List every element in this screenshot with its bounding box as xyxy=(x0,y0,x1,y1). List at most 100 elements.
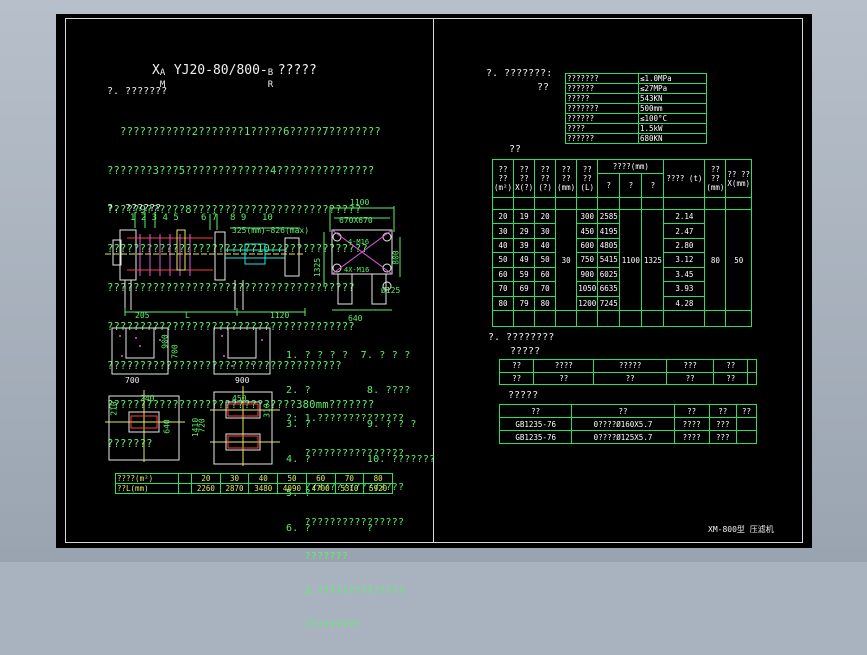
table-cell: 50 xyxy=(725,209,752,311)
table-cell: 2585 xyxy=(597,208,621,225)
table-cell: ????? xyxy=(565,93,639,104)
note-line: ??????? xyxy=(286,551,349,562)
cad-viewport[interactable]: X A M YJ20-80/800- B R????? ?. ??????? ??????… xyxy=(0,0,867,631)
section-heading-motor: ?. ???????? xyxy=(488,332,555,343)
table-cell: GB1235-76 xyxy=(498,430,573,444)
spec-table: ?? ?? (m²) ?? ?? X(?) ?? ?? (?) ?? ?? (m… xyxy=(491,159,752,327)
table-cell xyxy=(747,371,757,385)
table-row: ????? 543KN xyxy=(565,93,707,104)
table-header: ?? ?? (L) xyxy=(576,159,599,198)
table-cell: 0????Ø125X5.7 xyxy=(571,430,675,444)
table-header: ????? xyxy=(593,359,668,373)
dim-670x670: 670X670 xyxy=(339,216,373,225)
table-cell: 2260 xyxy=(191,483,221,494)
table-cell: 20 xyxy=(534,208,557,225)
table-cell: ???? xyxy=(565,123,639,134)
table-cell: ?? xyxy=(498,371,535,385)
table-row: ?????? ≤100°C xyxy=(565,113,707,124)
table-header: ?? xyxy=(498,404,573,418)
table-cell: 60 xyxy=(534,266,557,283)
table-cell: 450 xyxy=(576,223,599,239)
table-cell: 70 xyxy=(534,281,557,297)
table-cell: 3480 xyxy=(248,483,279,494)
table-cell: ???? xyxy=(673,417,710,431)
table-header: ?? xyxy=(713,359,749,373)
section-heading-description: ?. ??????? xyxy=(107,86,168,97)
stroke-dimension: 325(mm)~826(max) xyxy=(232,226,310,235)
note-line: 2.?????????????? xyxy=(286,585,405,597)
part-callouts-1-5: 1 2 3 4 5 xyxy=(130,213,179,223)
table-cell: 6635 xyxy=(597,281,621,297)
part-callouts-8-9: 8 9 xyxy=(230,213,247,223)
table-header: ????(mm) xyxy=(597,159,665,174)
foundation-dim-700a: 700 xyxy=(170,344,180,359)
table-cell: ?? xyxy=(593,371,668,385)
table-cell: 70 xyxy=(334,473,365,484)
table-cell: 59 xyxy=(513,266,536,283)
table-row: ??????? 500mm xyxy=(565,103,707,114)
table-cell: 20 xyxy=(191,473,221,484)
table-cell: ≤100°C xyxy=(638,113,707,124)
anchor-dim-240: 240 xyxy=(140,394,155,403)
table-cell: 60 xyxy=(491,266,515,283)
table-cell: 4.28 xyxy=(663,295,706,312)
table-cell: 80 xyxy=(363,473,393,484)
table-row: 20 19 20 30 300 2585 1100 1325 2.14 80 50 xyxy=(491,208,752,311)
dim-640: 640 xyxy=(348,314,363,323)
legend-line: 1. ? ? ? ? 7. ? ? ? xyxy=(286,350,411,361)
table-row xyxy=(491,197,752,210)
dim-1325: 1325 xyxy=(313,257,323,278)
drawing-title: X A M YJ20-80/800- B R????? xyxy=(152,64,317,91)
table-cell: ??L(mm) xyxy=(115,483,179,494)
table-header xyxy=(747,359,757,373)
table-cell: 2.80 xyxy=(663,237,706,254)
table-cell: ??????? xyxy=(565,73,639,84)
table-header: ? xyxy=(597,173,621,198)
table-cell: 80 xyxy=(534,295,557,312)
footer-label: XM-800型 压滤机 xyxy=(708,525,774,534)
table-cell xyxy=(736,417,757,431)
table-cell: 50 xyxy=(491,252,515,268)
table-cell xyxy=(178,483,192,494)
table-cell: 6025 xyxy=(597,266,621,283)
table-header: ? xyxy=(641,173,665,198)
table-header: ?? ?? (mm) xyxy=(555,159,578,198)
foundation-plan-right xyxy=(213,327,271,375)
dim-4x-m16: 4X-M16 xyxy=(344,266,370,274)
table-row: ?????? ≤27MPa xyxy=(565,83,707,94)
table-row: ?? ?? ?? ?? ?? xyxy=(498,404,757,418)
table-cell: 3.12 xyxy=(663,252,706,268)
dim-1120: 1120 xyxy=(270,311,290,320)
table-header: ?? ?? (mm) xyxy=(704,159,727,198)
table-row: ?? ?? ?? ?? ?? xyxy=(498,371,757,385)
table-row: ??L(mm) 2260 2870 3480 4090 4700 5310 59… xyxy=(115,483,393,494)
dim-800: 800 xyxy=(391,250,401,265)
table-cell: 40 xyxy=(534,237,557,254)
table-cell: 30 xyxy=(555,209,578,311)
table-cell: ≤27MPa xyxy=(638,83,707,94)
table-cell: 30 xyxy=(534,223,557,239)
table-cell: 40 xyxy=(491,237,515,254)
table-cell: 19 xyxy=(513,208,536,225)
table-row xyxy=(491,310,752,327)
table-cell: ?? xyxy=(666,371,715,385)
table-cell: ?????? xyxy=(565,113,639,124)
table-cell: 680KN xyxy=(638,133,707,144)
table-cell xyxy=(178,473,192,484)
anchor-dim-720: 720 xyxy=(197,418,207,433)
table-cell: 7245 xyxy=(597,295,621,312)
table-cell: 2870 xyxy=(219,483,250,494)
motor-table: ?? ???? ????? ??? ?? ?? ?? ?? ?? ?? xyxy=(498,359,757,385)
table-cell: 40 xyxy=(248,473,279,484)
description-line: ???????3???5?????????????4??????????????… xyxy=(107,165,375,177)
table-cell: 300 xyxy=(576,208,599,225)
table-cell: 49 xyxy=(513,252,536,268)
table-cell: 5415 xyxy=(597,252,621,268)
table-header: ?? xyxy=(708,404,738,418)
table-header: ???? (t) xyxy=(663,159,706,198)
table-cell: 39 xyxy=(513,237,536,254)
section-heading-params: ?. ???????: xyxy=(486,68,553,79)
table-cell: 600 xyxy=(576,237,599,254)
table-header: ?? ?? X(?) xyxy=(513,159,536,198)
materials-table: ?? ?? ?? ?? ?? GB1235-76 0????Ø160X5.7 ?… xyxy=(498,404,757,444)
